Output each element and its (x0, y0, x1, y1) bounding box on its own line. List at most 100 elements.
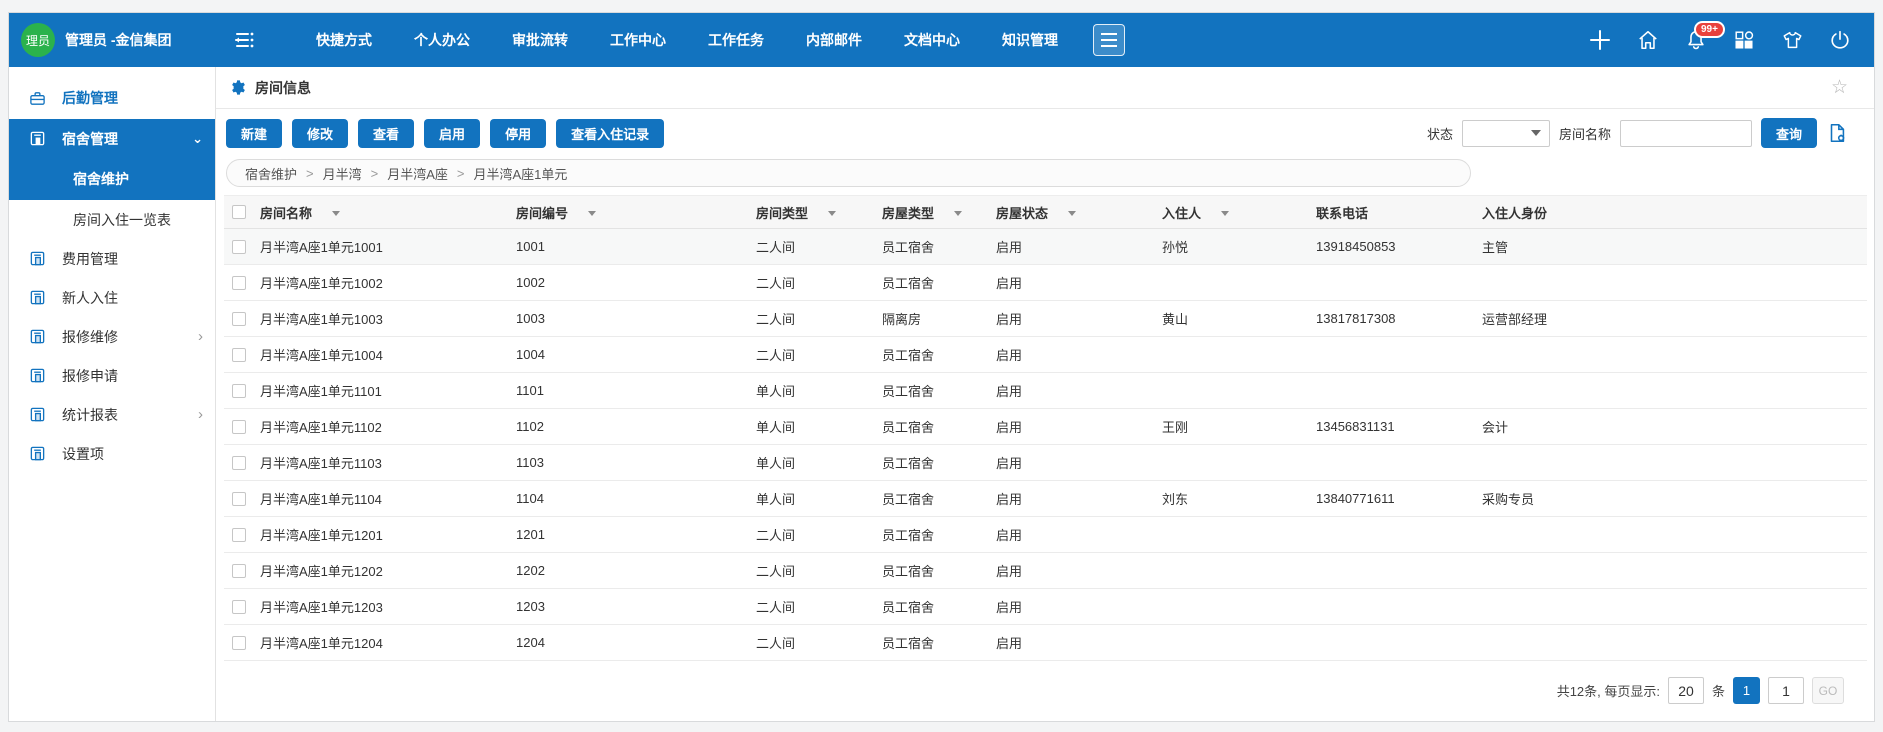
table-row[interactable]: 月半湾A座1单元1202 1202 二人间 员工宿舍 启用 (224, 553, 1867, 589)
status-select[interactable] (1462, 120, 1550, 147)
current-page-button[interactable]: 1 (1733, 677, 1760, 704)
nav-item-work-tasks[interactable]: 工作任务 (687, 13, 785, 67)
row-checkbox[interactable] (232, 600, 246, 614)
filter-caret-icon[interactable] (954, 211, 962, 216)
cell-occupant (1162, 625, 1316, 661)
cell-house-type: 员工宿舍 (882, 337, 996, 373)
user-cluster[interactable]: 理员 管理员 -金信集团 (9, 23, 227, 57)
filter-caret-icon[interactable] (1068, 211, 1076, 216)
pagination: 共12条, 每页显示: 条 1 GO (216, 677, 1844, 704)
export-report-icon[interactable] (1826, 122, 1848, 144)
row-checkbox[interactable] (232, 456, 246, 470)
collapse-menu-icon[interactable] (227, 23, 261, 57)
breadcrumb-item[interactable]: 月半湾A座 (387, 164, 448, 183)
sidebar-item-settings[interactable]: 设置项 (9, 434, 215, 473)
sidebar-item-repair-maintenance[interactable]: 报修维修 › (9, 317, 215, 356)
filter-caret-icon[interactable] (1221, 211, 1229, 216)
row-checkbox[interactable] (232, 384, 246, 398)
table-row[interactable]: 月半湾A座1单元1203 1203 二人间 员工宿舍 启用 (224, 589, 1867, 625)
cell-phone (1316, 337, 1482, 373)
table-row[interactable]: 月半湾A座1单元1102 1102 单人间 员工宿舍 启用 王刚 1345683… (224, 409, 1867, 445)
breadcrumb-item[interactable]: 月半湾A座1单元 (473, 164, 567, 183)
cell-house-type: 员工宿舍 (882, 445, 996, 481)
nav-item-document-center[interactable]: 文档中心 (883, 13, 981, 67)
logout-power-icon[interactable] (1828, 28, 1852, 52)
row-checkbox[interactable] (232, 492, 246, 506)
avatar[interactable]: 理员 (21, 23, 55, 57)
cell-occupant (1162, 517, 1316, 553)
filter-caret-icon[interactable] (828, 211, 836, 216)
nav-item-shortcuts[interactable]: 快捷方式 (295, 13, 393, 67)
cell-house-type: 员工宿舍 (882, 229, 996, 265)
breadcrumb-item[interactable]: 宿舍维护 (245, 164, 297, 183)
more-menus-button[interactable] (1093, 24, 1125, 56)
sidebar-item-label: 费用管理 (62, 249, 118, 269)
cell-occupant: 王刚 (1162, 409, 1316, 445)
row-checkbox[interactable] (232, 420, 246, 434)
nav-item-knowledge[interactable]: 知识管理 (981, 13, 1079, 67)
col-header-occupant-identity: 入住人身份 (1482, 196, 1867, 229)
notifications-icon[interactable]: 99+ (1684, 28, 1708, 52)
cell-room-name: 月半湾A座1单元1002 (260, 265, 516, 301)
row-checkbox[interactable] (232, 240, 246, 254)
filter-caret-icon[interactable] (588, 211, 596, 216)
row-checkbox[interactable] (232, 636, 246, 650)
page-size-input[interactable] (1668, 677, 1704, 704)
cell-room-name: 月半湾A座1单元1202 (260, 553, 516, 589)
query-button[interactable]: 查询 (1761, 118, 1817, 148)
select-all-checkbox[interactable] (232, 205, 246, 219)
nav-item-internal-mail[interactable]: 内部邮件 (785, 13, 883, 67)
sidebar-item-logistics[interactable]: 后勤管理 (9, 77, 215, 119)
apps-grid-icon[interactable] (1732, 28, 1756, 52)
row-checkbox[interactable] (232, 348, 246, 362)
sidebar-item-new-resident[interactable]: 新人入住 (9, 278, 215, 317)
cell-house-status: 启用 (996, 553, 1162, 589)
sidebar-item-repair-request[interactable]: 报修申请 (9, 356, 215, 395)
table-row[interactable]: 月半湾A座1单元1001 1001 二人间 员工宿舍 启用 孙悦 1391845… (224, 229, 1867, 265)
view-occupancy-records-button[interactable]: 查看入住记录 (556, 119, 664, 148)
theme-shirt-icon[interactable] (1780, 28, 1804, 52)
go-button[interactable]: GO (1812, 677, 1844, 704)
nav-item-personal-office[interactable]: 个人办公 (393, 13, 491, 67)
row-checkbox[interactable] (232, 276, 246, 290)
row-checkbox[interactable] (232, 312, 246, 326)
goto-page-input[interactable] (1768, 677, 1804, 704)
sidebar-item-dormitory-management[interactable]: 宿舍管理 ⌄ (9, 119, 215, 158)
create-button[interactable]: 新建 (226, 119, 282, 148)
table-row[interactable]: 月半湾A座1单元1101 1101 单人间 员工宿舍 启用 (224, 373, 1867, 409)
row-checkbox[interactable] (232, 564, 246, 578)
nav-item-work-center[interactable]: 工作中心 (589, 13, 687, 67)
home-icon[interactable] (1636, 28, 1660, 52)
breadcrumb-item[interactable]: 月半湾 (323, 164, 362, 183)
disable-button[interactable]: 停用 (490, 119, 546, 148)
favorite-star-icon[interactable]: ☆ (1831, 76, 1848, 99)
cell-occupant-identity (1482, 553, 1867, 589)
enable-button[interactable]: 启用 (424, 119, 480, 148)
nav-item-approval-flow[interactable]: 审批流转 (491, 13, 589, 67)
room-name-input[interactable] (1620, 120, 1752, 147)
table-row[interactable]: 月半湾A座1单元1003 1003 二人间 隔离房 启用 黄山 13817817… (224, 301, 1867, 337)
table-row[interactable]: 月半湾A座1单元1004 1004 二人间 员工宿舍 启用 (224, 337, 1867, 373)
cell-room-type: 单人间 (756, 445, 882, 481)
table-row[interactable]: 月半湾A座1单元1204 1204 二人间 员工宿舍 启用 (224, 625, 1867, 661)
edit-button[interactable]: 修改 (292, 119, 348, 148)
table-row[interactable]: 月半湾A座1单元1002 1002 二人间 员工宿舍 启用 (224, 265, 1867, 301)
sidebar-item-room-occupancy-list[interactable]: 房间入住一览表 (9, 200, 215, 239)
add-icon[interactable] (1588, 28, 1612, 52)
cell-occupant (1162, 553, 1316, 589)
sidebar-item-dormitory-maintenance[interactable]: 宿舍维护 (9, 158, 215, 200)
toolbar: 新建 修改 查看 启用 停用 查看入住记录 状态 房间名称 查询 (216, 109, 1874, 157)
sidebar-item-fee-management[interactable]: 费用管理 (9, 239, 215, 278)
table-row[interactable]: 月半湾A座1单元1104 1104 单人间 员工宿舍 启用 刘东 1384077… (224, 481, 1867, 517)
cell-occupant: 刘东 (1162, 481, 1316, 517)
view-button[interactable]: 查看 (358, 119, 414, 148)
col-header-occupant: 入住人 (1162, 196, 1316, 229)
table-row[interactable]: 月半湾A座1单元1201 1201 二人间 员工宿舍 启用 (224, 517, 1867, 553)
row-checkbox[interactable] (232, 528, 246, 542)
chevron-down-icon: ⌄ (192, 131, 203, 147)
sidebar-item-statistics-reports[interactable]: 统计报表 › (9, 395, 215, 434)
sidebar-item-label: 房间入住一览表 (73, 210, 171, 230)
filter-caret-icon[interactable] (332, 211, 340, 216)
cell-occupant-identity: 会计 (1482, 409, 1867, 445)
table-row[interactable]: 月半湾A座1单元1103 1103 单人间 员工宿舍 启用 (224, 445, 1867, 481)
